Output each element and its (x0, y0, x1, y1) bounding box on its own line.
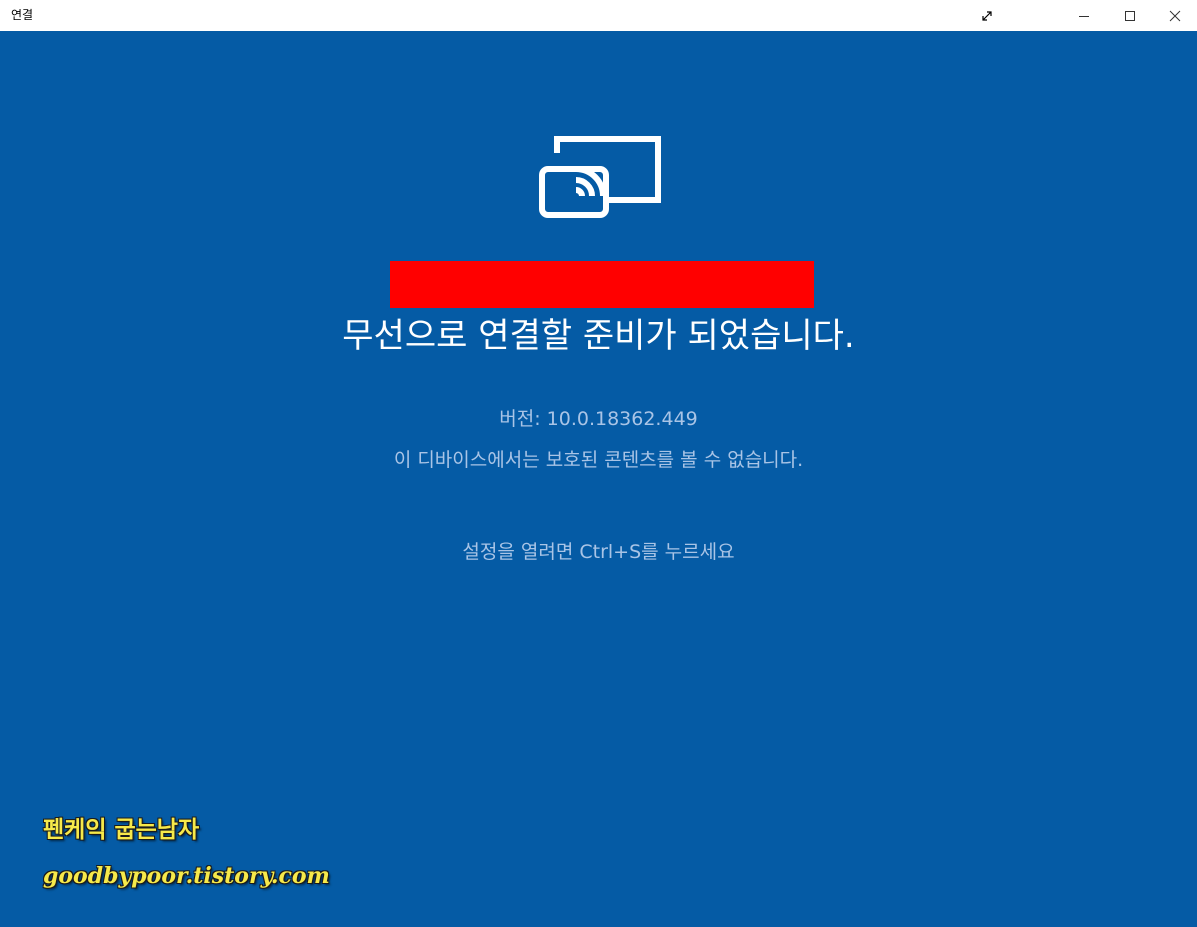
protected-content-notice: 이 디바이스에서는 보호된 콘텐츠를 볼 수 없습니다. (393, 449, 804, 471)
expand-diagonal-icon (982, 10, 992, 21)
version-text: 버전: 10.0.18362.449 (499, 408, 698, 430)
minimize-icon (1079, 15, 1089, 17)
connect-app-window: 연결 무선으로 연결할 준비가 되었습니다. 버전: 10.0.18362.44… (0, 0, 1197, 927)
wireless-cast-icon (539, 136, 661, 218)
close-icon (1169, 10, 1181, 21)
settings-shortcut-hint: 설정을 열려면 Ctrl+S를 누르세요 (462, 541, 735, 563)
window-title: 연결 (11, 8, 34, 22)
watermark-url: goodbypoor.tistory.com (43, 863, 330, 889)
ready-headline: 무선으로 연결할 준비가 되었습니다. (342, 316, 855, 356)
minimize-button[interactable] (1061, 0, 1107, 31)
close-button[interactable] (1152, 0, 1197, 31)
title-bar[interactable]: 연결 (0, 0, 1197, 31)
watermark-name: 펜케익 굽는남자 (43, 817, 200, 843)
fullscreen-button[interactable] (964, 0, 1010, 31)
redacted-device-name (390, 261, 814, 308)
maximize-icon (1125, 10, 1135, 21)
maximize-button[interactable] (1107, 0, 1153, 31)
